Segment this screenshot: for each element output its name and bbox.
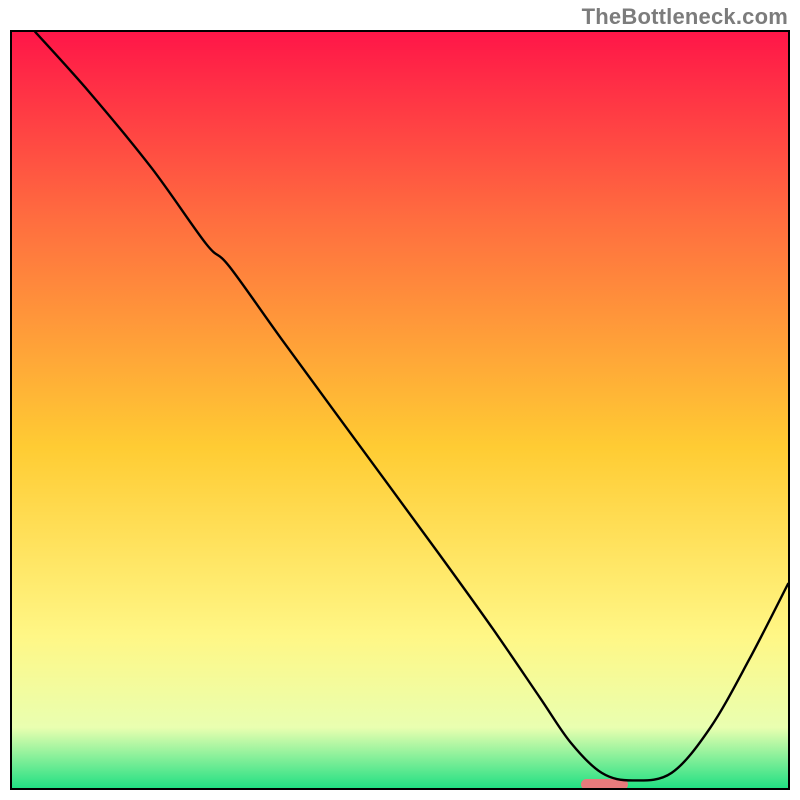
chart-frame bbox=[10, 30, 790, 790]
watermark-text: TheBottleneck.com bbox=[582, 4, 788, 30]
bottleneck-curve bbox=[12, 32, 788, 788]
